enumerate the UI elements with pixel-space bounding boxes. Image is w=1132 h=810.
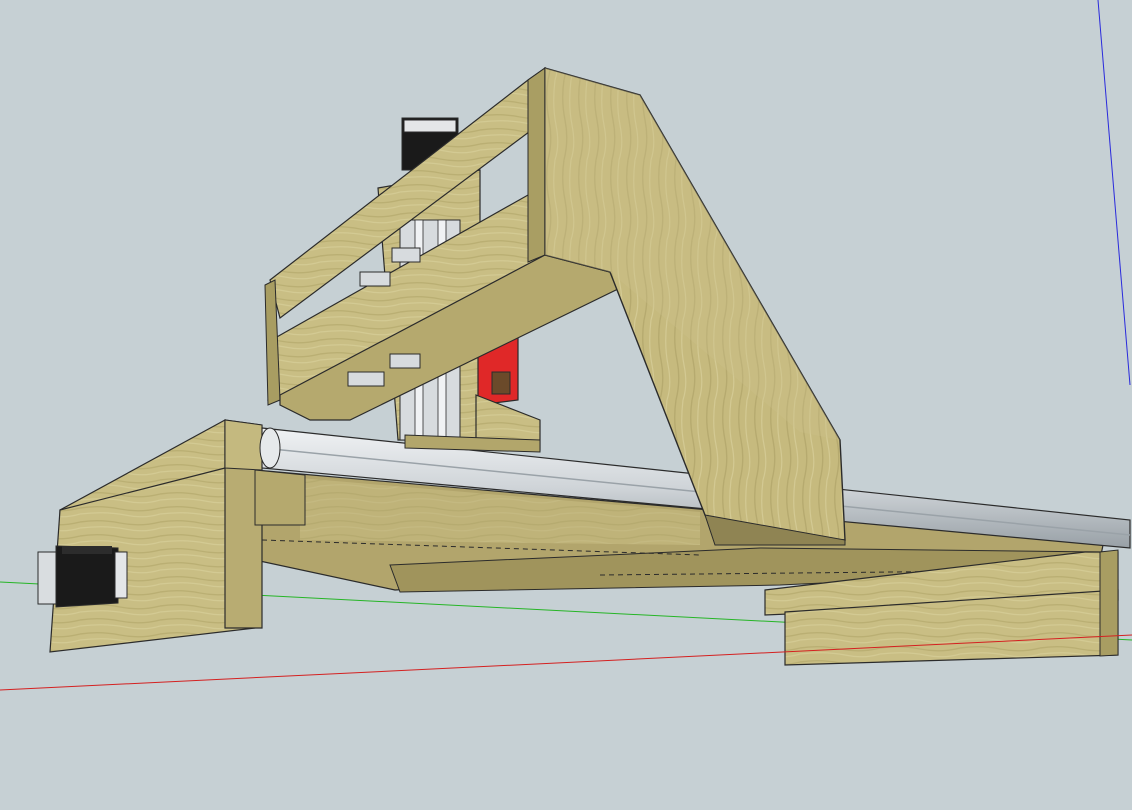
blue-axis-line	[1097, 0, 1131, 386]
sketchup-3d-viewport[interactable]	[0, 0, 1132, 810]
cnc-model-scene[interactable]	[0, 0, 1132, 810]
x-axis-stepper-motor[interactable]	[37, 545, 128, 608]
red-axis-line	[0, 634, 1132, 691]
